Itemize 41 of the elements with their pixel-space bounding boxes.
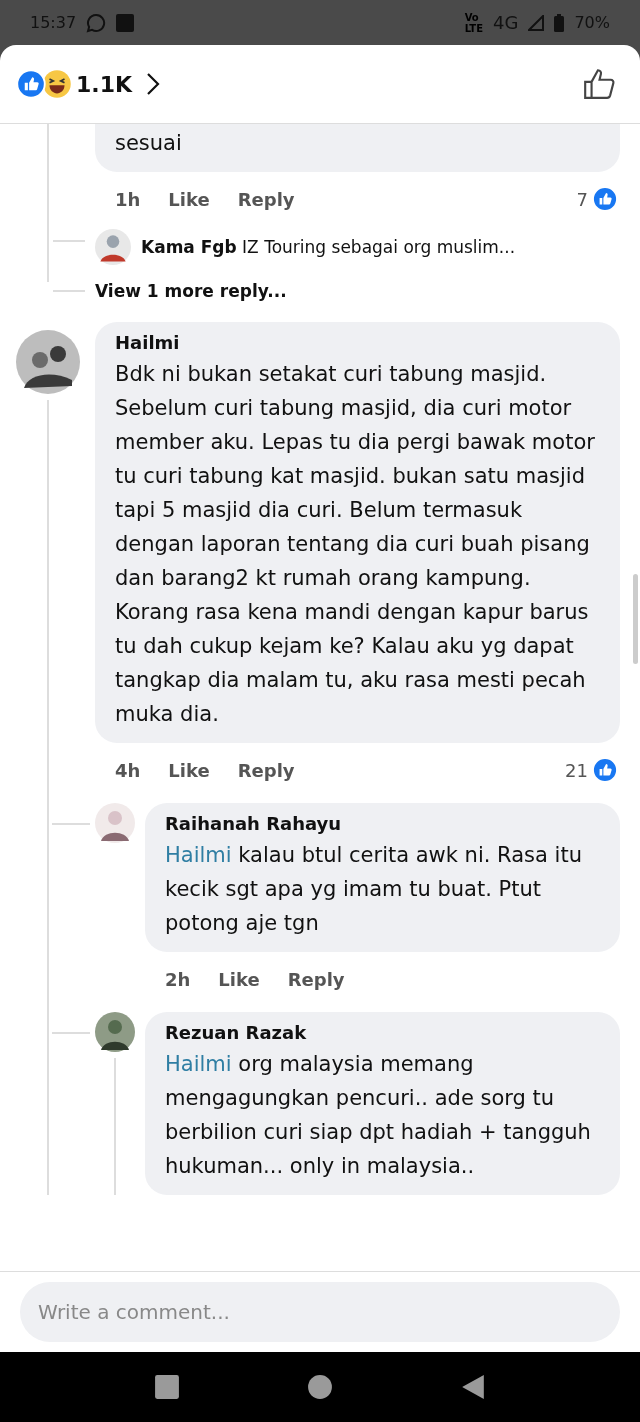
mention-link[interactable]: Hailmi <box>165 1052 232 1076</box>
like-link[interactable]: Like <box>168 188 210 210</box>
comment-time: 2h <box>165 968 191 990</box>
like-link[interactable]: Like <box>218 968 260 990</box>
reaction-count[interactable]: 1.1K <box>76 71 133 97</box>
volte-label: Vo LTE <box>464 11 484 34</box>
comment-text: Bdk ni bukan setakat curi tabung masjid. Sebelum curi tabung masjid, dia curi motor member aku. Lepas tu dia pergi bawak motor tu curi tabung kat masjid. bukan satu masjid tapi 5 masjid dia curi. Belum termasuk dengan laporan tentang dia curi buah pisang dan barang2 kt rumah orang kampung. Korang rasa kena mandi dengan kapur barus tu dah cukup kejam ke? Kalau aku yg dapat tangkap dia malam tu, aku rasa mesti pecah muka dia. <box>115 361 596 728</box>
network-label: 4G <box>493 12 519 33</box>
laughing-emoji-icon <box>42 69 72 99</box>
comment-author[interactable]: Raihanah Rahayu <box>165 813 342 834</box>
like-reaction-icon <box>16 69 46 99</box>
mention-link[interactable]: Hailmi <box>165 843 232 867</box>
reply-link[interactable]: Reply <box>237 759 295 781</box>
back-icon[interactable] <box>460 1374 487 1400</box>
reply-link[interactable]: Reply <box>287 968 345 990</box>
home-icon[interactable] <box>307 1374 333 1400</box>
like-link[interactable]: Like <box>168 759 210 781</box>
chevron-right-icon[interactable] <box>146 72 161 96</box>
like-button[interactable] <box>582 67 616 101</box>
comment-author[interactable]: Hailmi <box>115 332 180 353</box>
like-reaction-icon <box>592 757 618 783</box>
square-icon <box>116 13 135 32</box>
reaction-count: 7 <box>576 188 588 210</box>
comment-author[interactable]: Rezuan Razak <box>165 1022 307 1043</box>
reaction-count: 21 <box>565 759 588 781</box>
comment-time: 4h <box>115 759 141 781</box>
comment-text: Hailmi org malaysia memang mengagungkan pencuri.. ade sorg tu berbilion curi siap dpt hadiah + tangguh hukuman... only in malaysia.. <box>165 1051 592 1180</box>
status-time: 15:37 <box>30 13 77 32</box>
chat-bubble-icon <box>86 12 107 33</box>
reply-preview[interactable]: Kama Fgb IZ Touring sebagai org muslim... <box>141 237 516 257</box>
comment-time: 1h <box>115 188 141 210</box>
reply-link[interactable]: Reply <box>237 188 295 210</box>
recents-icon[interactable] <box>153 1374 180 1400</box>
comment-text: Hailmi kalau btul cerita awk ni. Rasa itu kecik sgt apa yg imam tu buat. Ptut potong aje tgn <box>165 842 583 937</box>
like-reaction-icon <box>592 186 618 212</box>
signal-icon <box>528 14 545 31</box>
view-more-replies-link[interactable]: View 1 more reply... <box>95 274 287 308</box>
comment-input[interactable]: Write a comment... <box>20 1282 620 1342</box>
battery-percent: 70% <box>574 13 610 32</box>
battery-icon <box>554 13 565 32</box>
comment-text: sesuai <box>115 130 182 157</box>
